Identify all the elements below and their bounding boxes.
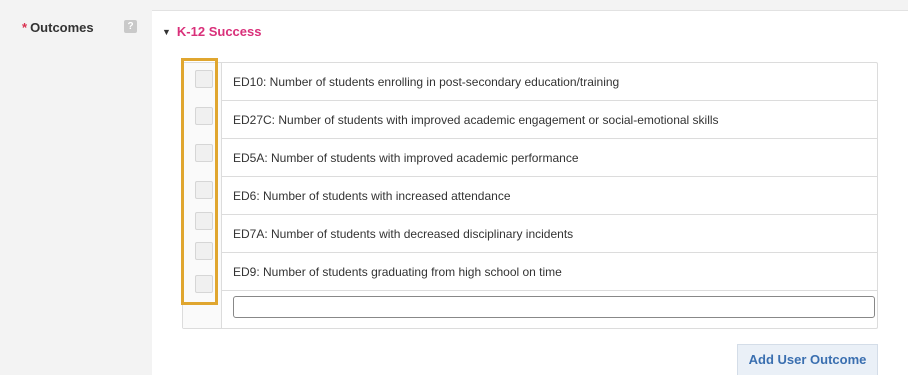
section-title: K-12 Success [176, 24, 262, 39]
outcomes-field-label: * Outcomes [22, 20, 94, 35]
outcome-label: ED10: Number of students enrolling in po… [233, 75, 620, 89]
add-user-outcome-button[interactable]: Add User Outcome [737, 344, 878, 375]
outcome-label: ED27C: Number of students with improved … [233, 113, 719, 127]
outcomes-table: ED10: Number of students enrolling in po… [182, 62, 878, 329]
outcome-row: ED9: Number of students graduating from … [221, 253, 877, 291]
outcome-label: ED6: Number of students with increased a… [233, 189, 511, 203]
outcome-row: ED27C: Number of students with improved … [221, 101, 877, 139]
checkbox-highlight-box [181, 58, 218, 305]
outcomes-label-text: Outcomes [30, 20, 94, 35]
top-divider [152, 10, 908, 11]
outcome-row: ED7A: Number of students with decreased … [221, 215, 877, 253]
outcome-row: ED6: Number of students with increased a… [221, 177, 877, 215]
outcome-row: ED10: Number of students enrolling in po… [221, 63, 877, 101]
help-icon[interactable]: ? [124, 20, 137, 33]
new-outcome-input[interactable] [233, 296, 875, 318]
outcome-label: ED9: Number of students graduating from … [233, 265, 562, 279]
outcome-row: ED5A: Number of students with improved a… [221, 139, 877, 177]
section-toggle-k12-success[interactable]: ▼ K-12 Success [162, 24, 261, 39]
required-marker: * [22, 20, 28, 35]
outcome-label: ED5A: Number of students with improved a… [233, 151, 579, 165]
outcome-label: ED7A: Number of students with decreased … [233, 227, 574, 241]
caret-down-icon: ▼ [162, 27, 171, 37]
field-label-column: * Outcomes ? [0, 0, 152, 375]
